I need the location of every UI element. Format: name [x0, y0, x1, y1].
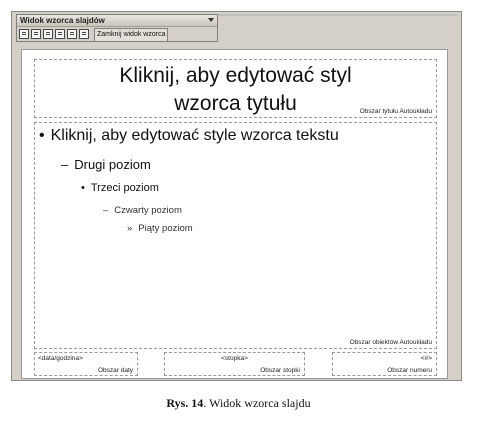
date-placeholder-value: <data/godzina> [38, 355, 83, 362]
level-2-text: Drugi poziom [74, 157, 151, 172]
figure-caption: Rys. 14. Widok wzorca slajdu [0, 396, 477, 411]
level-5-text: Piąty poziom [138, 223, 193, 234]
insert-master-icon[interactable] [19, 29, 29, 39]
date-area-label: Obszar daty [97, 367, 133, 374]
close-master-view-button[interactable]: Zamknij widok wzorca [94, 28, 169, 42]
body-area-label: Obszar obiektów Autoukładu [349, 339, 432, 346]
text-level-5: » Piąty poziom [127, 223, 193, 234]
preserve-master-icon[interactable] [55, 29, 65, 39]
insert-title-master-icon[interactable] [31, 29, 41, 39]
toolbar-divider [218, 14, 458, 16]
text-level-1: • Kliknij, aby edytować style wzorca teks… [39, 127, 339, 145]
level-3-text: Trzeci poziom [90, 182, 159, 194]
slide-number-placeholder-value: <#> [420, 355, 432, 362]
rename-master-icon[interactable] [67, 29, 77, 39]
footer-placeholder[interactable]: <stopka> Obszar stopki [164, 352, 305, 376]
slide-master-canvas: Kliknij, aby edytować styl wzorca tytułu… [21, 49, 448, 379]
toolbar-title-bar[interactable]: Widok wzorca slajdów [17, 15, 217, 27]
master-view-window: Widok wzorca slajdów Zamknij widok wzorc… [11, 11, 462, 381]
number-area-label: Obszar numeru [387, 367, 432, 374]
figure-caption-text: . Widok wzorca slajdu [203, 396, 311, 410]
text-level-4: – Czwarty poziom [103, 205, 182, 216]
footer-placeholder-value: <stopka> [221, 355, 248, 362]
level-4-bullet: – [103, 205, 109, 216]
level-2-bullet: – [61, 157, 69, 172]
date-placeholder[interactable]: <data/godzina> Obszar daty [34, 352, 138, 376]
title-placeholder[interactable]: Kliknij, aby edytować styl wzorca tytułu… [34, 59, 437, 118]
slide-number-placeholder[interactable]: <#> Obszar numeru [332, 352, 437, 376]
text-level-2: – Drugi poziom [61, 157, 151, 172]
level-5-bullet: » [127, 223, 133, 234]
title-line-1: Kliknij, aby edytować styl [119, 64, 352, 87]
toolbar-options-arrow-icon[interactable] [208, 18, 214, 22]
level-3-bullet: • [81, 182, 85, 194]
body-placeholder[interactable]: • Kliknij, aby edytować style wzorca teks… [34, 122, 437, 349]
level-1-bullet: • [39, 127, 45, 144]
title-area-label: Obszar tytułu Autoukładu [359, 108, 432, 115]
footer-area-label: Obszar stopki [260, 367, 300, 374]
master-view-toolbar: Widok wzorca slajdów Zamknij widok wzorc… [16, 14, 218, 42]
delete-master-icon[interactable] [43, 29, 53, 39]
master-layout-icon[interactable] [79, 29, 89, 39]
text-level-3: • Trzeci poziom [81, 182, 159, 194]
figure-caption-number: Rys. 14 [166, 396, 204, 410]
level-4-text: Czwarty poziom [114, 205, 182, 216]
toolbar-title: Widok wzorca slajdów [20, 16, 105, 25]
level-1-text: Kliknij, aby edytować style wzorca tekst… [50, 127, 339, 144]
